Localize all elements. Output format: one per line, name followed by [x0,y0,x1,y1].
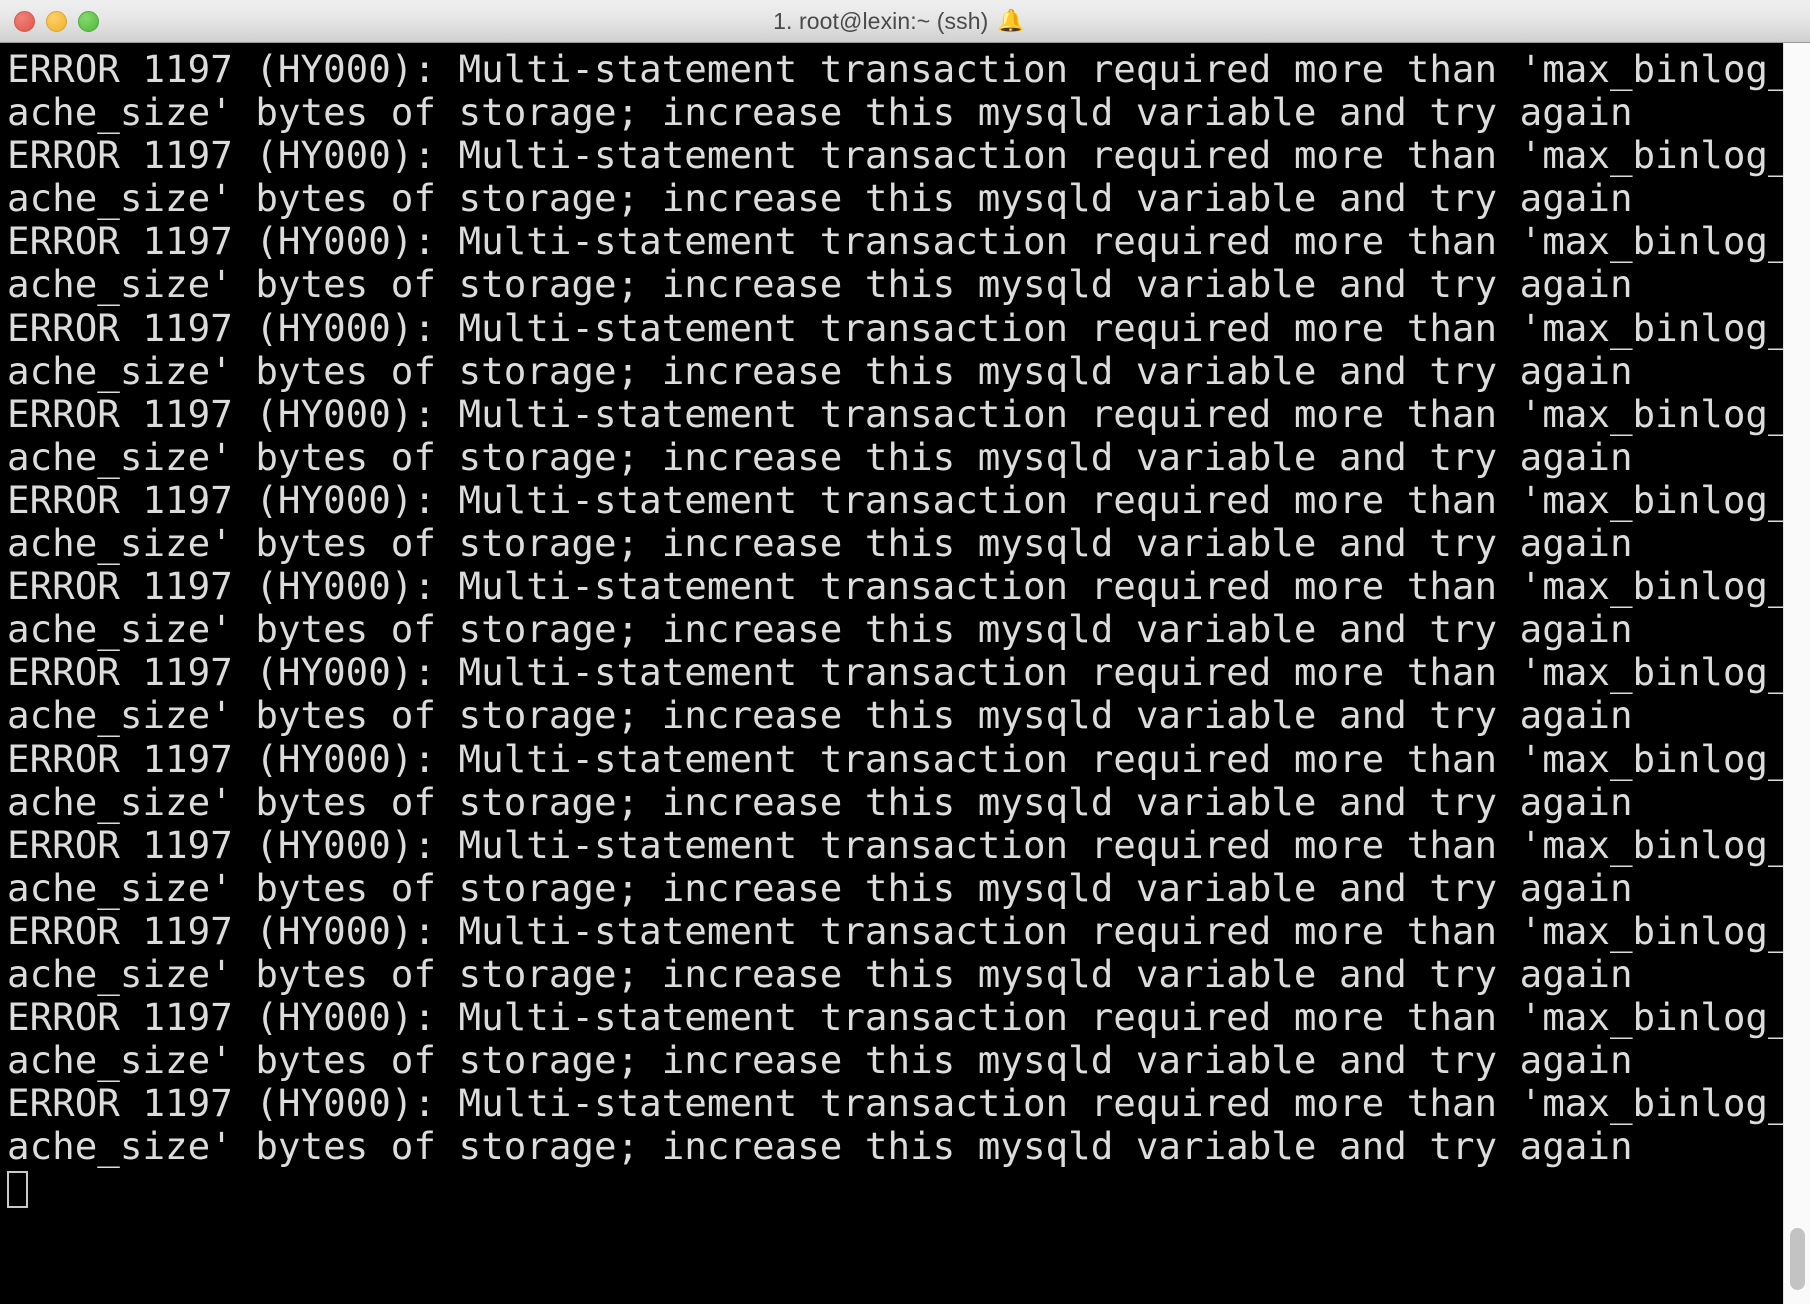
terminal-line: ache_size' bytes of storage; increase th… [7,779,1633,824]
terminal-line: ache_size' bytes of storage; increase th… [7,865,1633,910]
terminal-window: 1. root@lexin:~ (ssh) 🔔 ERROR 1197 (HY00… [0,0,1810,1304]
terminal-line: ERROR 1197 (HY000): Multi-statement tran… [7,305,1810,350]
terminal-line: ERROR 1197 (HY000): Multi-statement tran… [7,822,1810,867]
terminal-line: ERROR 1197 (HY000): Multi-statement tran… [7,1081,1810,1126]
window-title: 1. root@lexin:~ (ssh) 🔔 [773,8,1025,35]
terminal-line: ache_size' bytes of storage; increase th… [7,521,1633,566]
terminal-line: ache_size' bytes of storage; increase th… [7,1124,1633,1169]
window-title-label: 1. root@lexin:~ (ssh) [773,7,989,34]
terminal-line: ERROR 1197 (HY000): Multi-statement tran… [7,995,1810,1040]
terminal-line: ache_size' bytes of storage; increase th… [7,176,1633,221]
terminal-line: ERROR 1197 (HY000): Multi-statement tran… [7,736,1810,781]
terminal-line: ache_size' bytes of storage; increase th… [7,693,1633,738]
bell-icon: 🔔 [997,8,1025,33]
terminal-cursor [7,1171,28,1209]
terminal-text-buffer: ERROR 1197 (HY000): Multi-statement tran… [0,43,1810,1304]
window-titlebar[interactable]: 1. root@lexin:~ (ssh) 🔔 [0,0,1810,43]
terminal-line: ache_size' bytes of storage; increase th… [7,951,1633,996]
terminal-line: ERROR 1197 (HY000): Multi-statement tran… [7,133,1810,178]
terminal-line: ERROR 1197 (HY000): Multi-statement tran… [7,650,1810,695]
terminal-output-area[interactable]: ERROR 1197 (HY000): Multi-statement tran… [0,43,1810,1304]
terminal-line: ache_size' bytes of storage; increase th… [7,262,1633,307]
terminal-line: ERROR 1197 (HY000): Multi-statement tran… [7,391,1810,436]
terminal-line: ache_size' bytes of storage; increase th… [7,348,1633,393]
terminal-scrollbar[interactable] [1783,43,1810,1304]
window-controls [14,0,99,43]
terminal-line: ERROR 1197 (HY000): Multi-statement tran… [7,564,1810,609]
terminal-line: ache_size' bytes of storage; increase th… [7,90,1633,135]
terminal-line: ERROR 1197 (HY000): Multi-statement tran… [7,477,1810,522]
terminal-line: ERROR 1197 (HY000): Multi-statement tran… [7,219,1810,264]
close-button-icon[interactable] [14,11,35,32]
maximize-button-icon[interactable] [78,11,99,32]
scrollbar-thumb[interactable] [1790,1228,1805,1290]
minimize-button-icon[interactable] [46,11,67,32]
terminal-line: ERROR 1197 (HY000): Multi-statement tran… [7,908,1810,953]
terminal-line: ERROR 1197 (HY000): Multi-statement tran… [7,47,1810,91]
terminal-line: ache_size' bytes of storage; increase th… [7,434,1633,479]
terminal-line: ache_size' bytes of storage; increase th… [7,607,1633,652]
terminal-cursor-line [7,1168,1783,1211]
terminal-line: ache_size' bytes of storage; increase th… [7,1038,1633,1083]
